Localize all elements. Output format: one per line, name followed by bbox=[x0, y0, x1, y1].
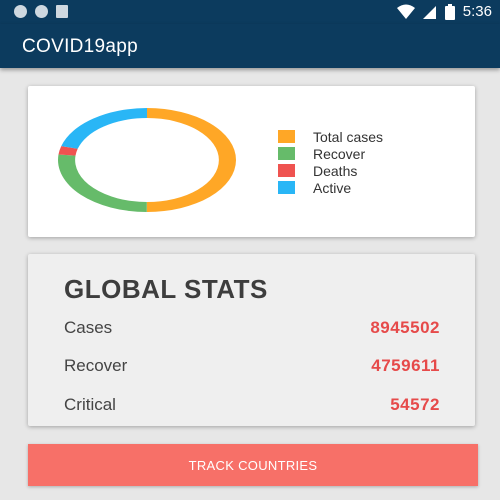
stat-label: Cases bbox=[64, 318, 113, 337]
wifi-icon bbox=[396, 4, 415, 19]
stat-value: 54572 bbox=[390, 395, 440, 414]
legend-item-recover: Recover bbox=[278, 145, 383, 162]
legend-label: Total cases bbox=[313, 128, 384, 145]
notification-dot-icon bbox=[14, 5, 27, 18]
track-countries-button[interactable]: TRACK COUNTRIES bbox=[28, 444, 478, 486]
app-title: COVID19app bbox=[22, 36, 139, 57]
notification-dot-icon bbox=[35, 5, 48, 18]
legend-label: Deaths bbox=[313, 162, 358, 179]
status-bar-right: 5:36 bbox=[396, 3, 492, 20]
stat-label: Critical bbox=[64, 395, 116, 414]
chart-legend: Total cases Recover Deaths Active bbox=[278, 128, 383, 196]
legend-swatch bbox=[278, 130, 295, 143]
legend-item-total-cases: Total cases bbox=[278, 128, 383, 145]
chart-card: Total cases Recover Deaths Active bbox=[28, 86, 475, 237]
legend-item-active: Active bbox=[278, 179, 383, 196]
legend-swatch bbox=[278, 164, 295, 177]
status-bar-left bbox=[14, 5, 68, 18]
global-stats-card: GLOBAL STATS Cases 8945502 Recover 47596… bbox=[28, 254, 475, 426]
stats-title: GLOBAL STATS bbox=[64, 274, 268, 304]
donut-slice-total-cases bbox=[146, 108, 237, 212]
battery-icon bbox=[444, 3, 455, 20]
legend-label: Recover bbox=[313, 145, 366, 162]
status-time: 5:36 bbox=[462, 3, 492, 20]
legend-label: Active bbox=[313, 179, 352, 196]
stat-label: Recover bbox=[64, 356, 128, 375]
signal-icon bbox=[422, 5, 436, 19]
stat-row-recover: Recover 4759611 bbox=[64, 356, 440, 378]
legend-item-deaths: Deaths bbox=[278, 162, 383, 179]
donut-slice-recover bbox=[58, 154, 147, 212]
app-bar: COVID19app bbox=[0, 24, 500, 68]
donut-chart bbox=[58, 108, 237, 212]
stat-row-cases: Cases 8945502 bbox=[64, 318, 440, 340]
status-bar: 5:36 bbox=[0, 0, 500, 24]
stat-value: 8945502 bbox=[370, 318, 440, 337]
sd-card-icon bbox=[56, 5, 68, 18]
stat-row-critical: Critical 54572 bbox=[64, 395, 440, 417]
stat-value: 4759611 bbox=[371, 356, 440, 375]
legend-swatch bbox=[278, 181, 295, 194]
donut-slice-active bbox=[61, 108, 148, 149]
legend-swatch bbox=[278, 147, 295, 160]
